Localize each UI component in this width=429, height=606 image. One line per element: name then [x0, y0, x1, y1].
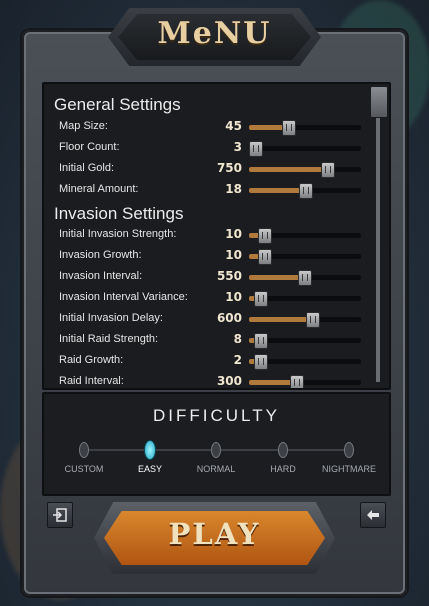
setting-label: Floor Count:	[59, 141, 120, 153]
slider-handle[interactable]	[321, 162, 336, 178]
slider-handle[interactable]	[282, 120, 297, 136]
general-settings-heading: General Settings	[54, 95, 181, 114]
invasion-interval-slider[interactable]	[249, 270, 361, 286]
slider-handle[interactable]	[257, 249, 272, 265]
slider-handle[interactable]	[248, 141, 263, 157]
setting-row-map-size: Map Size: 45	[44, 117, 374, 138]
setting-label: Mineral Amount:	[59, 183, 139, 195]
settings-scrollbar[interactable]	[370, 86, 388, 382]
setting-value: 600	[216, 311, 242, 325]
gem-icon	[211, 442, 221, 458]
settings-panel: General Settings Map Size: 45 Floor Coun…	[42, 82, 391, 390]
exit-button[interactable]	[47, 502, 73, 528]
back-arrow-icon	[367, 510, 379, 520]
slider-fill	[249, 275, 304, 280]
floor-count-slider[interactable]	[248, 141, 361, 157]
setting-value: 10	[225, 248, 242, 262]
difficulty-option-normal[interactable]: NORMAL	[181, 442, 251, 474]
setting-label: Map Size:	[59, 120, 108, 132]
setting-row-invasion-growth: Invasion Growth: 10	[44, 246, 374, 267]
map-size-slider[interactable]	[249, 120, 361, 136]
slider-handle[interactable]	[257, 228, 272, 244]
setting-value: 8	[233, 332, 242, 346]
difficulty-label: CUSTOM	[64, 464, 104, 474]
setting-value: 750	[216, 161, 242, 175]
back-button[interactable]	[360, 502, 386, 528]
setting-row-invasion-interval: Invasion Interval: 550	[44, 267, 374, 288]
invasion-interval-variance-slider[interactable]	[249, 291, 361, 307]
setting-label: Invasion Interval:	[59, 270, 143, 282]
mineral-amount-slider[interactable]	[249, 183, 361, 199]
difficulty-panel: DIFFICULTY CUSTOM EASY NORMAL HARD NIGHT…	[42, 392, 391, 496]
setting-value: 2	[233, 353, 242, 367]
menu-title: MeNU	[157, 16, 272, 51]
initial-gold-slider[interactable]	[249, 162, 361, 178]
setting-value: 45	[225, 119, 242, 133]
setting-value: 10	[225, 290, 242, 304]
setting-row-initial-invasion-strength: Initial Invasion Strength: 10	[44, 225, 374, 246]
slider-fill	[249, 317, 312, 322]
gem-icon	[144, 440, 156, 460]
setting-label: Invasion Interval Variance:	[59, 291, 188, 303]
slider-handle[interactable]	[297, 270, 312, 286]
setting-label: Initial Raid Strength:	[59, 333, 159, 345]
slider-handle[interactable]	[290, 375, 305, 388]
difficulty-label: EASY	[137, 464, 162, 474]
setting-row-raid-interval: Raid Interval: 300	[44, 372, 374, 388]
setting-value: 10	[225, 227, 242, 241]
initial-raid-strength-slider[interactable]	[249, 333, 361, 349]
setting-value: 300	[216, 374, 242, 388]
slider-handle[interactable]	[305, 312, 320, 328]
play-button-label[interactable]: PLAY	[104, 517, 325, 551]
difficulty-option-custom[interactable]: CUSTOM	[49, 442, 119, 474]
gem-icon	[79, 442, 89, 458]
gem-icon	[344, 442, 354, 458]
raid-growth-slider[interactable]	[249, 354, 361, 370]
difficulty-option-easy[interactable]: EASY	[115, 440, 185, 474]
setting-row-initial-invasion-delay: Initial Invasion Delay: 600	[44, 309, 374, 330]
slider-handle[interactable]	[254, 291, 269, 307]
setting-row-initial-raid-strength: Initial Raid Strength: 8	[44, 330, 374, 351]
initial-invasion-strength-slider[interactable]	[249, 228, 361, 244]
setting-row-raid-growth: Raid Growth: 2	[44, 351, 374, 372]
invasion-settings-heading: Invasion Settings	[54, 204, 184, 223]
setting-value: 18	[225, 182, 242, 196]
invasion-growth-slider[interactable]	[249, 249, 361, 265]
difficulty-label: HARD	[270, 464, 296, 474]
slider-handle[interactable]	[254, 354, 269, 370]
setting-row-invasion-interval-variance: Invasion Interval Variance: 10	[44, 288, 374, 309]
setting-label: Invasion Growth:	[59, 249, 142, 261]
setting-row-initial-gold: Initial Gold: 750	[44, 159, 374, 180]
setting-label: Raid Interval:	[59, 375, 124, 387]
gem-icon	[278, 442, 288, 458]
slider-fill	[249, 167, 328, 172]
setting-label: Initial Gold:	[59, 162, 115, 174]
exit-icon	[53, 508, 67, 522]
slider-fill	[249, 380, 297, 385]
difficulty-option-hard[interactable]: HARD	[248, 442, 318, 474]
setting-label: Initial Invasion Strength:	[59, 228, 177, 240]
raid-interval-slider[interactable]	[249, 375, 361, 388]
difficulty-label: NIGHTMARE	[322, 464, 376, 474]
difficulty-heading: DIFFICULTY	[153, 406, 280, 425]
scroll-thumb[interactable]	[370, 86, 388, 118]
slider-handle[interactable]	[299, 183, 313, 199]
difficulty-option-nightmare[interactable]: NIGHTMARE	[314, 442, 384, 474]
scroll-track[interactable]	[376, 116, 380, 382]
slider-fill	[249, 188, 305, 193]
setting-value: 550	[216, 269, 242, 283]
difficulty-label: NORMAL	[196, 464, 236, 474]
setting-row-floor-count: Floor Count: 3	[44, 138, 374, 159]
setting-value: 3	[233, 140, 242, 154]
setting-label: Raid Growth:	[59, 354, 124, 366]
initial-invasion-delay-slider[interactable]	[249, 312, 361, 328]
setting-row-mineral-amount: Mineral Amount: 18	[44, 180, 374, 201]
slider-handle[interactable]	[254, 333, 269, 349]
setting-label: Initial Invasion Delay:	[59, 312, 163, 324]
